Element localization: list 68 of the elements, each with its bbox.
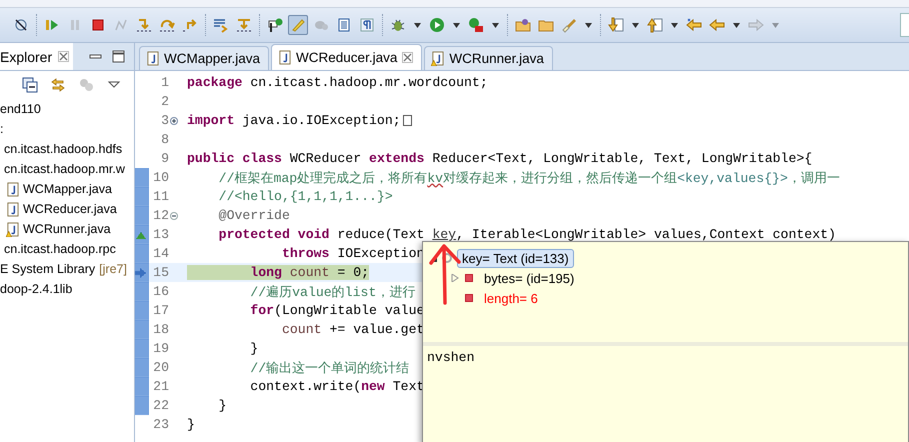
variable-item[interactable]: bytes= (id=195) [479, 268, 580, 288]
code-line: count += value.get [280, 322, 424, 337]
line-number: 21 [152, 379, 169, 394]
tree-item[interactable]: cn.itcast.hadoop.mr.w [4, 162, 125, 176]
tree-item[interactable]: doop-2.4.1lib [0, 282, 72, 296]
code-line: //框架在map处理完成之后，将所有kv对缓存起来，进行分组，然后传递一个组<key,values{}>，调用一 [218, 170, 840, 186]
value-detail: nvshen [426, 349, 476, 367]
tree-item-detail: [jre7] [99, 262, 127, 276]
code-line: } [187, 417, 195, 432]
code-line: //输出这一个单词的统计结 [249, 360, 410, 376]
arrow-annotation [428, 243, 462, 305]
code-line: //<hello,{1,1,1,1...}> [218, 189, 393, 204]
collapse-fold-icon[interactable] [170, 212, 178, 220]
code-line: } [249, 341, 258, 356]
editor-tab[interactable]: WCRunner.java [424, 46, 553, 70]
maximize-icon[interactable] [112, 50, 126, 63]
line-number: 3 [160, 113, 169, 128]
view-tab[interactable]: Explorer [0, 43, 74, 70]
tree-item[interactable]: : [0, 122, 4, 136]
line-number: 2 [160, 94, 169, 109]
line-number: 22 [152, 398, 169, 413]
link-arrows-icon[interactable] [50, 77, 66, 93]
tree-item[interactable]: end110 [0, 102, 41, 116]
code-line: package cn.itcast.hadoop.mr.wordcount; [187, 75, 488, 90]
variable-item[interactable]: length= 6 [479, 288, 543, 308]
code-line: //遍历value的list，进行 [249, 284, 416, 300]
line-number: 13 [152, 227, 169, 242]
collapse-all-icon[interactable] [22, 77, 38, 93]
folded-code-box-icon[interactable] [402, 115, 412, 126]
tree-item[interactable]: cn.itcast.hadoop.rpc [4, 242, 116, 256]
code-line: public class WCReducer extends Reducer<Text, LongWritable, Text, LongWritable>{ [187, 151, 812, 166]
editor-tab[interactable]: WCMapper.java [139, 46, 270, 70]
line-number: 23 [152, 417, 169, 432]
line-number: 16 [152, 284, 169, 299]
tree-item[interactable]: WCRunner.java [23, 222, 111, 236]
line-number: 9 [160, 151, 169, 166]
tree-item[interactable]: WCReducer.java [23, 202, 117, 216]
variable-item[interactable]: key= Text (id=133) [457, 248, 574, 268]
tree-item[interactable]: cn.itcast.hadoop.hdfs [4, 142, 122, 156]
close-icon[interactable] [58, 51, 70, 62]
editor-tab[interactable]: WCReducer.java [271, 44, 422, 70]
instruction-pointer-icon [135, 268, 147, 278]
code-line: import java.io.IOException; [187, 113, 401, 128]
code-line: @Override [218, 208, 290, 223]
close-icon[interactable] [402, 52, 414, 63]
line-number: 1 [160, 75, 169, 90]
code-line: } [218, 398, 227, 413]
code-line: throws IOException [280, 246, 424, 261]
line-number: 19 [152, 341, 169, 356]
line-number: 11 [152, 189, 169, 204]
run-toolbox-icon[interactable] [466, 15, 486, 35]
line-number: 17 [152, 303, 169, 318]
variable-icon [442, 253, 452, 263]
expand-fold-icon[interactable] [170, 116, 178, 124]
expand-triangle-icon[interactable] [451, 274, 459, 282]
line-number: 18 [152, 322, 169, 337]
code-line: context.write(new Text [249, 379, 424, 394]
line-number: 10 [152, 170, 169, 185]
tree-item[interactable]: WCMapper.java [23, 182, 112, 196]
tree-item[interactable]: E System Library [0, 262, 96, 276]
code-line: protected void reduce(Text key, Iterable<LongWritable> values,Context context) [218, 227, 836, 242]
line-number: 15 [152, 265, 169, 280]
line-number: 8 [160, 132, 169, 147]
quick-access-field[interactable] [900, 13, 909, 37]
line-number: 20 [152, 360, 169, 375]
override-triangle-icon [135, 230, 147, 240]
line-number: 14 [152, 246, 169, 261]
line-number: 12 [152, 208, 169, 223]
